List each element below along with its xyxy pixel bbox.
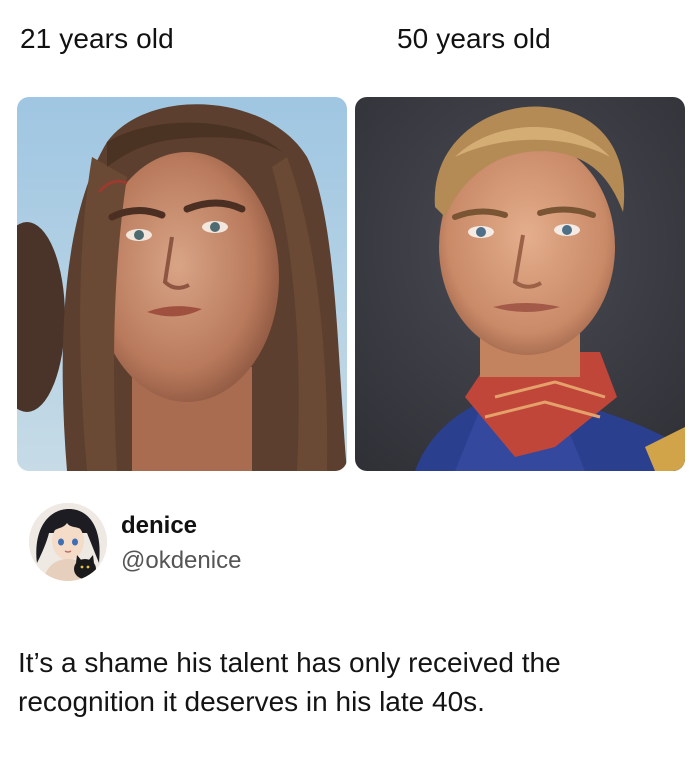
blond-hero-portrait-icon	[355, 97, 685, 471]
caption-21-years: 21 years old	[20, 23, 174, 54]
tweet-text: It’s a shame his talent has only receive…	[18, 647, 561, 717]
young-man-portrait-icon	[17, 97, 347, 471]
caption-50-years: 50 years old	[397, 23, 551, 54]
anime-girl-avatar-icon	[29, 503, 107, 581]
photo-young	[17, 97, 347, 471]
user-handle[interactable]: @okdenice	[121, 546, 241, 576]
meme-captions: 21 years old 50 years old	[0, 0, 700, 92]
tweet: denice @okdenice It’s a shame his talent…	[0, 495, 700, 760]
photo-older	[355, 97, 685, 471]
avatar[interactable]	[29, 503, 107, 581]
display-name[interactable]: denice	[121, 511, 197, 541]
